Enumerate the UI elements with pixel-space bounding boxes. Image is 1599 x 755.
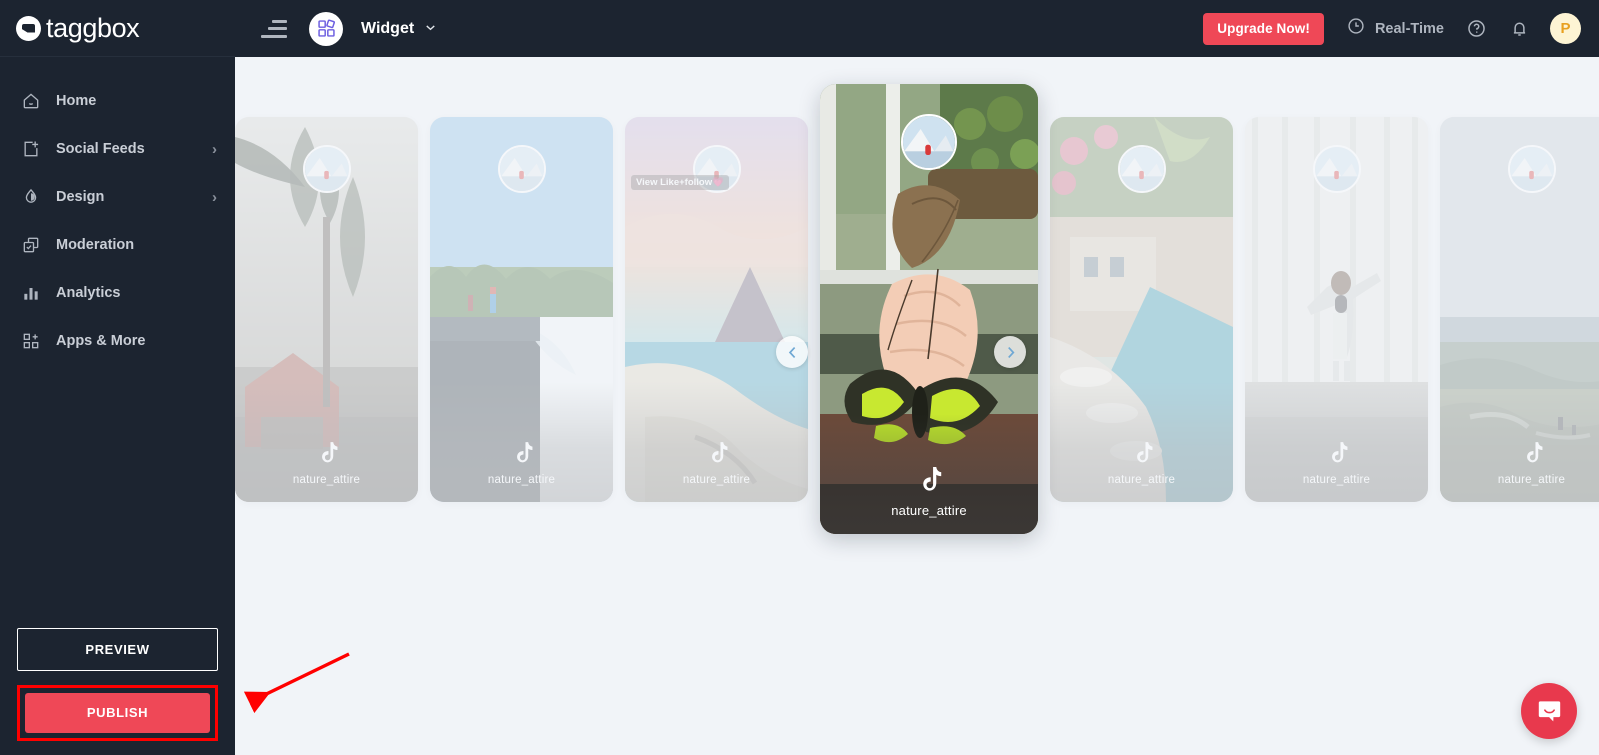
sidebar-item-moderation[interactable]: Moderation xyxy=(0,221,235,269)
droplet-icon xyxy=(20,186,42,208)
sidebar-item-home[interactable]: Home xyxy=(0,77,235,125)
card-overlay-tag: View Like+follow💗 xyxy=(631,174,729,191)
chat-support-button[interactable] xyxy=(1521,683,1577,739)
card-username: nature_attire xyxy=(1302,473,1371,486)
app-root: taggbox Home Social Feeds › Design › Mod… xyxy=(0,0,1599,755)
avatar xyxy=(497,144,546,193)
notification-bell-icon[interactable] xyxy=(1509,18,1530,39)
user-avatar[interactable]: P xyxy=(1550,13,1581,44)
carousel-card[interactable]: nature_attire xyxy=(235,116,418,502)
card-footer: nature_attire xyxy=(1440,381,1599,502)
carousel-card[interactable]: nature_attire xyxy=(1245,116,1428,502)
carousel-prev-button[interactable] xyxy=(776,336,808,368)
chevron-right-icon xyxy=(1007,346,1014,358)
real-time-toggle[interactable]: Real-Time xyxy=(1346,16,1444,41)
top-bar: Widget Upgrade Now! Real-Time P xyxy=(235,0,1599,57)
sidebar-item-label: Social Feeds xyxy=(56,141,145,157)
carousel-card[interactable]: nature_attire xyxy=(1440,116,1599,502)
help-circle-icon[interactable] xyxy=(1466,18,1487,39)
tiktok-icon xyxy=(923,467,942,491)
carousel-next-button[interactable] xyxy=(994,336,1026,368)
sidebar: taggbox Home Social Feeds › Design › Mod… xyxy=(0,0,235,755)
card-footer: nature_attire xyxy=(1050,381,1233,502)
sidebar-item-label: Moderation xyxy=(56,237,135,253)
card-footer: nature_attire xyxy=(625,381,808,502)
carousel-card[interactable]: nature_attire xyxy=(1050,116,1233,502)
publish-button-highlight-box: PUBLISH xyxy=(17,685,218,741)
moderation-icon xyxy=(20,234,42,256)
carousel-card[interactable]: nature_attire xyxy=(430,116,613,502)
real-time-label: Real-Time xyxy=(1374,20,1444,37)
sidebar-item-apps-and-more[interactable]: Apps & More xyxy=(0,317,235,365)
avatar xyxy=(901,114,957,170)
apps-grid-icon xyxy=(20,330,42,352)
card-footer: nature_attire xyxy=(235,381,418,502)
tiktok-icon xyxy=(1136,441,1152,462)
card-username: nature_attire xyxy=(1107,473,1176,486)
widget-blocks-icon xyxy=(309,11,343,46)
card-username: nature_attire xyxy=(1497,473,1566,486)
sidebar-item-design[interactable]: Design › xyxy=(0,173,235,221)
tiktok-icon xyxy=(711,441,727,462)
taggbox-logo-icon xyxy=(16,15,41,41)
top-bar-right: Upgrade Now! Real-Time P xyxy=(1203,12,1581,45)
avatar xyxy=(302,144,351,193)
sidebar-item-label: Design xyxy=(56,189,105,205)
carousel-card[interactable]: View Like+follow💗 nature_attire xyxy=(625,116,808,502)
brand-name: taggbox xyxy=(46,12,140,43)
card-footer: nature_attire xyxy=(1245,381,1428,502)
hamburger-menu-icon[interactable] xyxy=(261,19,287,38)
add-feed-icon xyxy=(20,138,42,160)
sidebar-item-social-feeds[interactable]: Social Feeds › xyxy=(0,125,235,173)
sidebar-item-analytics[interactable]: Analytics xyxy=(0,269,235,317)
card-username: nature_attire xyxy=(292,473,361,486)
avatar xyxy=(1507,144,1556,193)
main-area: Widget Upgrade Now! Real-Time P nature_a… xyxy=(235,0,1599,755)
widget-preview-stage: nature_attire nature_attire View Like+fo… xyxy=(235,57,1599,755)
sidebar-actions: PREVIEW PUBLISH xyxy=(0,628,235,755)
publish-button[interactable]: PUBLISH xyxy=(25,693,210,733)
upgrade-now-button[interactable]: Upgrade Now! xyxy=(1203,12,1324,45)
card-footer: nature_attire xyxy=(430,381,613,502)
card-username: nature_attire xyxy=(487,473,556,486)
sidebar-item-label: Apps & More xyxy=(56,333,146,349)
clock-icon xyxy=(1346,16,1366,41)
brand-logo[interactable]: taggbox xyxy=(0,0,235,57)
tiktok-icon xyxy=(1331,441,1347,462)
tiktok-carousel: nature_attire nature_attire View Like+fo… xyxy=(235,84,1599,534)
sidebar-nav: Home Social Feeds › Design › Moderation … xyxy=(0,57,235,365)
avatar xyxy=(1312,144,1361,193)
chevron-left-icon xyxy=(788,346,795,358)
tiktok-icon xyxy=(516,441,532,462)
page-title: Widget xyxy=(361,19,415,37)
chat-bubble-icon xyxy=(1538,700,1560,721)
home-icon xyxy=(20,90,42,112)
sidebar-item-label: Home xyxy=(56,93,97,109)
chevron-right-icon: › xyxy=(212,140,217,158)
sidebar-item-label: Analytics xyxy=(56,285,121,301)
card-username: nature_attire xyxy=(891,503,967,518)
chevron-right-icon: › xyxy=(212,188,217,206)
tiktok-icon xyxy=(1526,441,1542,462)
chevron-down-icon[interactable] xyxy=(423,20,438,38)
tiktok-icon xyxy=(321,441,337,462)
analytics-bar-icon xyxy=(20,282,42,304)
card-footer: nature_attire xyxy=(820,414,1038,534)
avatar xyxy=(1117,144,1166,193)
preview-button[interactable]: PREVIEW xyxy=(17,628,218,671)
card-username: nature_attire xyxy=(682,473,751,486)
carousel-card-active[interactable]: nature_attire xyxy=(820,84,1038,534)
